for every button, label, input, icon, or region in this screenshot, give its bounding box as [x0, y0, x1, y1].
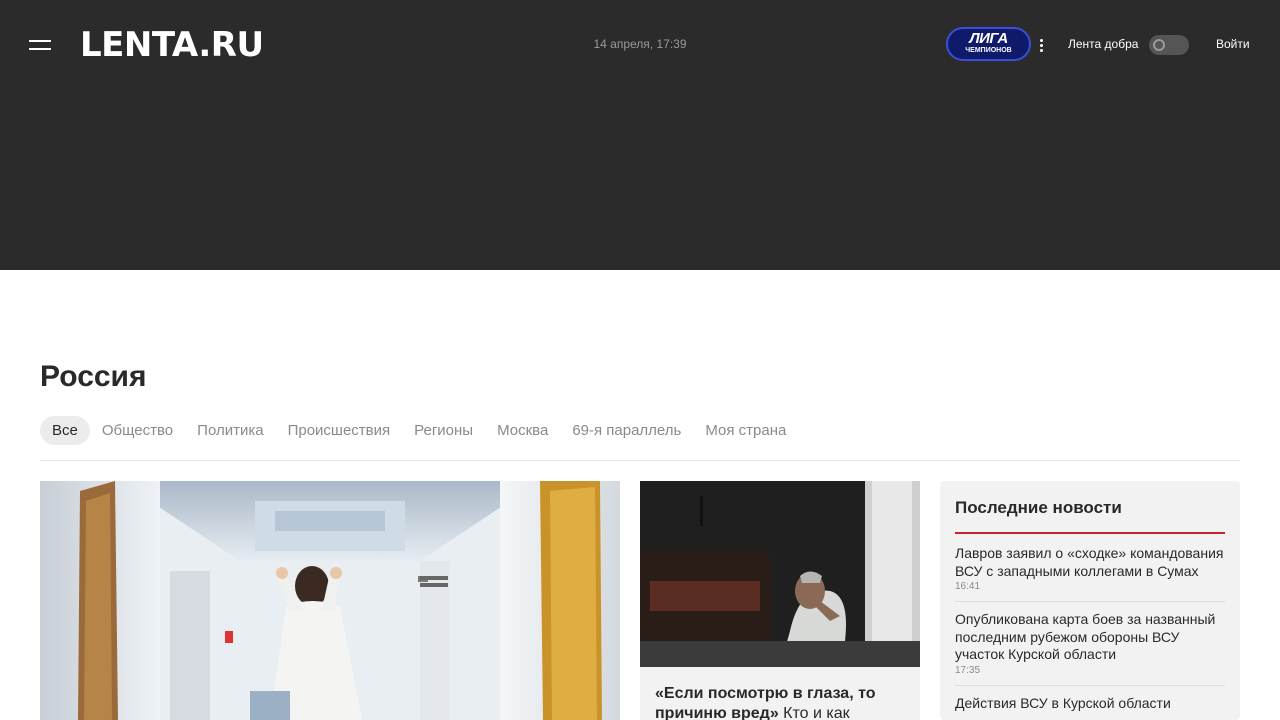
latest-news-divider [955, 532, 1225, 534]
latest-news-list: Лавров заявил о «сходке» командования ВС… [955, 545, 1225, 720]
tab-item[interactable]: Москва [485, 416, 560, 445]
news-item[interactable]: Опубликована карта боев за названный пос… [955, 611, 1225, 686]
latest-news-panel: Последние новости Лавров заявил о «сходк… [940, 481, 1240, 720]
toggle-knob [1153, 39, 1165, 51]
kind-feed-label: Лента добра [1068, 37, 1139, 51]
tab-all[interactable]: Все [40, 415, 90, 445]
tab-item[interactable]: Моя страна [693, 416, 798, 445]
news-item-text: Лавров заявил о «сходке» командования ВС… [955, 545, 1224, 579]
secondary-news-card[interactable]: «Если посмотрю в глаза, то причиню вред»… [640, 481, 920, 720]
site-header: LENTA.RU 14 апреля, 17:39 ЛИГА ЧЕМПИОНОВ… [0, 0, 1280, 270]
login-button[interactable]: Войти [1216, 37, 1250, 51]
kind-feed-toggle[interactable] [1149, 35, 1189, 55]
tab-item[interactable]: Регионы [402, 416, 485, 445]
badge-line1: ЛИГА [969, 30, 1008, 47]
badge-line2: ЧЕМПИОНОВ [965, 47, 1012, 54]
tabs-divider [40, 460, 1240, 461]
champions-league-badge[interactable]: ЛИГА ЧЕМПИОНОВ [946, 27, 1031, 61]
tab-item[interactable]: Общество [90, 416, 185, 445]
tab-item[interactable]: 69-я параллель [560, 416, 693, 445]
section-tabs: Все Общество Политика Происшествия Регионы Мо… [40, 415, 798, 445]
news-item[interactable]: Действия ВСУ в Курской области [955, 695, 1225, 720]
secondary-news-caption: «Если посмотрю в глаза, то причиню вред»… [640, 672, 920, 720]
news-item-time: 16:41 [955, 581, 981, 592]
tab-item[interactable]: Политика [185, 416, 275, 445]
secondary-news-subtitle: Кто и как [778, 705, 850, 720]
news-item-text: Опубликована карта боев за названный пос… [955, 611, 1216, 662]
news-item-time: 17:35 [955, 664, 981, 676]
main-news-card[interactable] [40, 481, 620, 720]
main-news-image [40, 481, 620, 720]
more-options-icon[interactable] [1038, 37, 1044, 53]
news-item[interactable]: Лавров заявил о «сходке» командования ВС… [955, 545, 1225, 602]
news-item-text: Действия ВСУ в Курской области [955, 694, 1171, 711]
section-title: Россия [40, 360, 147, 393]
secondary-news-image [640, 481, 920, 667]
tab-item[interactable]: Происшествия [276, 416, 403, 445]
latest-news-title: Последние новости [955, 498, 1122, 517]
